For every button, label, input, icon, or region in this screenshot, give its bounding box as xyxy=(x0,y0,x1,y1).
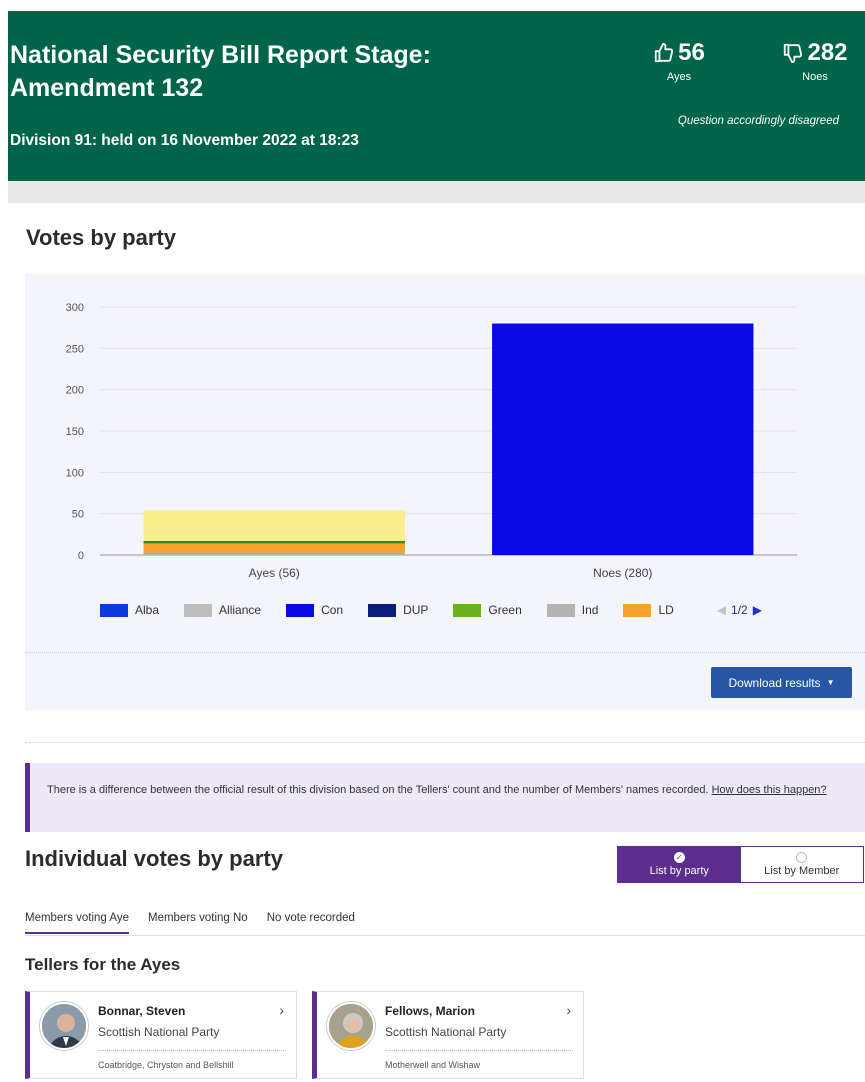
chart-panel: 0 50 100 150 200 250 300 Ayes (56) Noes (280) Al… xyxy=(25,274,865,710)
list-view-toggle: ✓ List by party List by Member xyxy=(617,846,864,883)
legend-swatch xyxy=(623,603,652,617)
division-subtitle: Division 91: held on 16 November 2022 at… xyxy=(10,132,359,149)
bar-segment-ld xyxy=(143,543,405,553)
legend-swatch xyxy=(100,603,128,617)
chevron-right-icon: › xyxy=(566,1002,571,1018)
legend-label: Con xyxy=(321,603,344,617)
teller-constituency: Motherwell and Wishaw xyxy=(385,1060,481,1070)
tab-no-vote-recorded[interactable]: No vote recorded xyxy=(267,912,355,934)
x-tick-label: Noes (280) xyxy=(593,566,652,580)
caret-down-icon: ▼ xyxy=(826,678,835,687)
noes-count: 282 xyxy=(807,39,848,66)
legend-swatch xyxy=(184,603,213,617)
bar-segment-green xyxy=(143,553,405,555)
header-band xyxy=(8,181,865,203)
votes-by-party-chart: 0 50 100 150 200 250 300 Ayes (56) Noes (280) xyxy=(66,302,797,580)
legend-label: Alliance xyxy=(219,603,262,617)
tab-members-voting-no[interactable]: Members voting No xyxy=(148,912,248,934)
ayes-label: Ayes xyxy=(666,71,692,83)
chevron-right-icon: › xyxy=(279,1002,284,1018)
count-difference-notice: There is a difference between the offici… xyxy=(25,763,865,832)
teller-name: Bonnar, Steven xyxy=(98,1004,186,1018)
votes-by-party-title: Votes by party xyxy=(26,225,176,250)
legend-page-indicator: 1/2 xyxy=(731,603,748,617)
bar-segment-con xyxy=(492,323,754,555)
legend-item[interactable]: Alliance xyxy=(184,603,261,617)
legend-label: DUP xyxy=(403,603,429,617)
thumbs-up-icon xyxy=(654,42,674,63)
teller-constituency: Coatbridge, Chryston and Bellshill xyxy=(98,1060,234,1070)
list-by-party-label: List by party xyxy=(649,865,709,877)
ayes-count: 56 xyxy=(678,39,705,66)
tab-members-voting-aye[interactable]: Members voting Aye xyxy=(25,912,129,934)
division-header: National Security Bill Report Stage: Ame… xyxy=(8,11,865,181)
y-tick-label: 250 xyxy=(66,343,84,355)
teller-card[interactable]: Fellows, Marion Scottish National Party … xyxy=(312,991,584,1079)
legend-item[interactable]: Ind xyxy=(546,603,599,617)
y-tick-label: 150 xyxy=(66,426,84,438)
bar-segment-snp xyxy=(143,510,405,541)
section-divider xyxy=(25,742,865,743)
download-results-label: Download results xyxy=(728,675,821,690)
avatar xyxy=(40,1002,88,1050)
teller-party: Scottish National Party xyxy=(98,1025,220,1039)
y-tick-label: 200 xyxy=(66,385,84,397)
y-tick-label: 300 xyxy=(66,302,84,314)
x-tick-label: Ayes (56) xyxy=(249,566,300,580)
legend-swatch xyxy=(453,603,482,617)
teller-name: Fellows, Marion xyxy=(385,1004,476,1018)
chart-divider xyxy=(25,652,865,653)
ayes-tally: 56 Ayes xyxy=(648,39,710,83)
bar-segment-pc xyxy=(143,540,405,544)
teller-card[interactable]: Bonnar, Steven Scottish National Party ›… xyxy=(25,991,297,1079)
bar-segment-ind xyxy=(143,552,405,554)
legend-label: Ind xyxy=(581,603,599,617)
tellers-title: Tellers for the Ayes xyxy=(25,955,181,974)
chart-legend: Alba Alliance Con DUP Green Ind LD ◀ 1/2 ▶ xyxy=(100,603,762,617)
individual-votes-title: Individual votes by party xyxy=(25,846,283,871)
card-divider xyxy=(98,1050,286,1051)
y-tick-label: 100 xyxy=(66,467,84,479)
thumbs-down-icon xyxy=(784,43,803,64)
how-does-this-happen-link[interactable]: How does this happen? xyxy=(712,784,827,796)
legend-swatch xyxy=(286,603,315,617)
list-by-member-toggle[interactable]: List by Member xyxy=(740,847,863,882)
legend-next-icon[interactable]: ▶ xyxy=(753,603,762,617)
legend-item[interactable]: DUP xyxy=(368,603,428,617)
list-by-party-toggle[interactable]: ✓ List by party xyxy=(618,847,741,882)
legend-pager: ◀ 1/2 ▶ xyxy=(717,603,762,617)
list-by-member-label: List by Member xyxy=(764,865,840,877)
noes-tally: 282 Noes xyxy=(776,39,854,83)
y-tick-label: 0 xyxy=(78,550,84,562)
vote-tabs: Members voting Aye Members voting No No … xyxy=(25,912,374,934)
y-tick-label: 50 xyxy=(72,509,84,521)
notice-text: There is a difference between the offici… xyxy=(47,784,712,796)
division-result: Question accordingly disagreed xyxy=(677,115,839,127)
bar-segment-alliance xyxy=(143,554,405,555)
legend-item[interactable]: Alba xyxy=(100,603,159,617)
division-title: National Security Bill Report Stage: Ame… xyxy=(10,41,431,102)
legend-item[interactable]: LD xyxy=(623,603,674,617)
legend-label: Green xyxy=(488,603,522,617)
radio-circle-icon xyxy=(796,852,808,863)
noes-label: Noes xyxy=(802,71,828,83)
legend-label: Alba xyxy=(135,603,160,617)
legend-swatch xyxy=(368,603,397,617)
tabs-underline xyxy=(25,935,865,936)
legend-label: LD xyxy=(658,603,674,617)
legend-item[interactable]: Con xyxy=(286,603,343,617)
legend-swatch xyxy=(546,603,575,617)
download-results-button[interactable]: Download results ▼ xyxy=(711,667,852,698)
legend-prev-icon[interactable]: ◀ xyxy=(717,603,726,617)
teller-party: Scottish National Party xyxy=(385,1025,507,1039)
avatar xyxy=(327,1002,375,1050)
check-circle-icon: ✓ xyxy=(673,852,685,863)
card-divider xyxy=(385,1050,573,1051)
legend-item[interactable]: Green xyxy=(453,603,522,617)
